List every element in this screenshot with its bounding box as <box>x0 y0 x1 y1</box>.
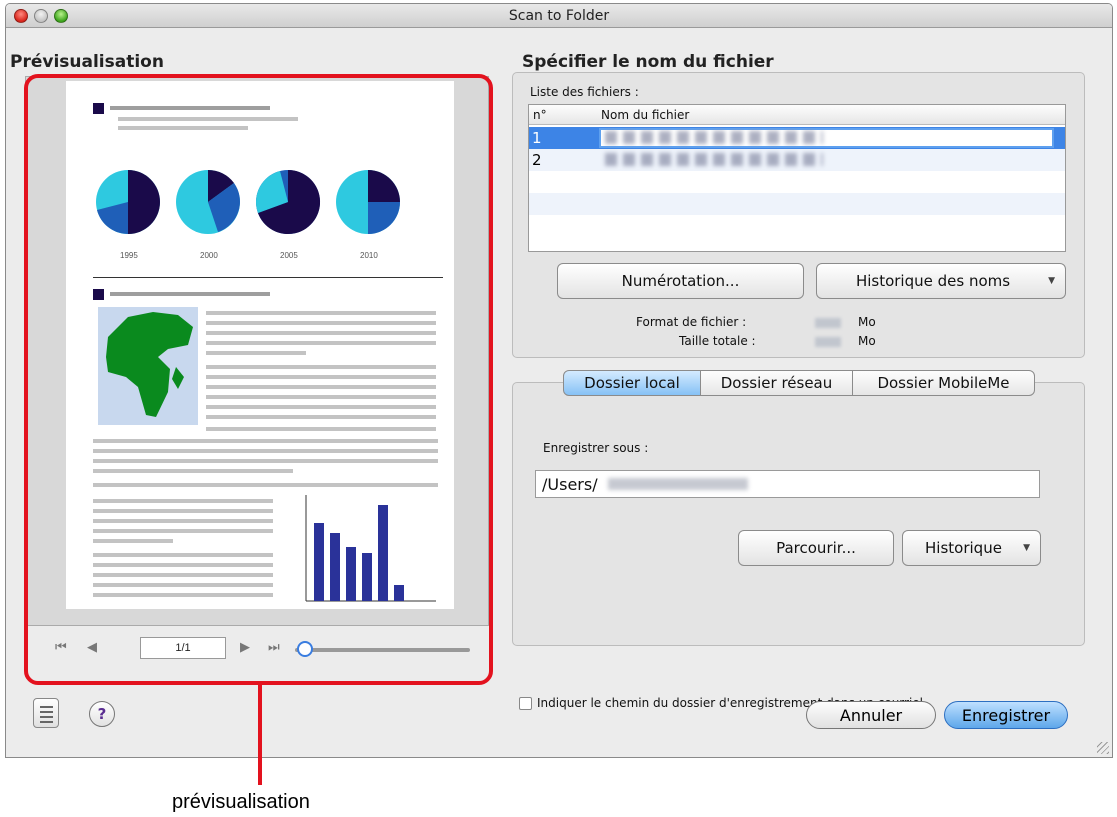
row-number: 1 <box>532 129 542 147</box>
window-title: Scan to Folder <box>508 8 610 24</box>
file-list-view-icon[interactable] <box>33 698 59 728</box>
preview-section-title: Prévisualisation <box>10 52 164 72</box>
preview-highlight-frame <box>24 74 493 685</box>
title-bar: Scan to Folder <box>6 4 1112 28</box>
name-history-label: Historique des noms <box>855 272 1011 290</box>
table-header: n° Nom du fichier <box>529 105 1065 125</box>
browse-button[interactable]: Parcourir... <box>738 530 894 566</box>
save-path-blurred <box>608 478 748 490</box>
file-format-unit: Mo <box>858 315 876 329</box>
save-button[interactable]: Enregistrer <box>944 701 1068 729</box>
file-format-label: Format de fichier : <box>636 315 747 329</box>
file-name-value-blurred <box>605 131 823 144</box>
file-list-label: Liste des fichiers : <box>530 85 639 99</box>
file-format-value-blurred <box>815 318 841 328</box>
resize-grip-icon[interactable] <box>1097 742 1109 754</box>
column-header-number[interactable]: n° <box>533 108 547 122</box>
callout-label: prévisualisation <box>172 791 310 813</box>
row-number: 2 <box>532 151 542 169</box>
file-list-table[interactable]: n° Nom du fichier 1 2 <box>528 104 1066 252</box>
folder-history-dropdown[interactable]: Historique ▼ <box>902 530 1041 566</box>
name-history-dropdown[interactable]: Historique des noms ▼ <box>816 263 1066 299</box>
help-icon[interactable]: ? <box>89 701 115 727</box>
column-header-file-name[interactable]: Nom du fichier <box>601 108 689 122</box>
dropdown-arrow-icon: ▼ <box>1023 543 1030 553</box>
table-row-empty <box>529 193 1065 215</box>
tab-local-folder[interactable]: Dossier local <box>563 370 701 396</box>
table-row-empty <box>529 171 1065 193</box>
tab-mobileme-folder[interactable]: Dossier MobileMe <box>852 370 1035 396</box>
email-path-checkbox[interactable] <box>519 697 532 710</box>
destination-group <box>512 382 1085 646</box>
total-size-value-blurred <box>815 337 841 347</box>
table-row-empty <box>529 215 1065 237</box>
table-row[interactable]: 1 <box>529 127 1065 149</box>
total-size-label: Taille totale : <box>679 334 756 348</box>
dropdown-arrow-icon: ▼ <box>1048 276 1055 286</box>
callout-line <box>258 685 262 785</box>
total-size-unit: Mo <box>858 334 876 348</box>
file-name-value-blurred <box>605 153 823 166</box>
save-as-label: Enregistrer sous : <box>543 441 649 455</box>
file-name-section-title: Spécifier le nom du fichier <box>522 52 774 72</box>
table-row[interactable]: 2 <box>529 149 1065 171</box>
folder-history-label: Historique <box>925 539 1002 557</box>
tab-network-folder[interactable]: Dossier réseau <box>700 370 853 396</box>
numbering-button[interactable]: Numérotation... <box>557 263 804 299</box>
cancel-button[interactable]: Annuler <box>806 701 936 729</box>
